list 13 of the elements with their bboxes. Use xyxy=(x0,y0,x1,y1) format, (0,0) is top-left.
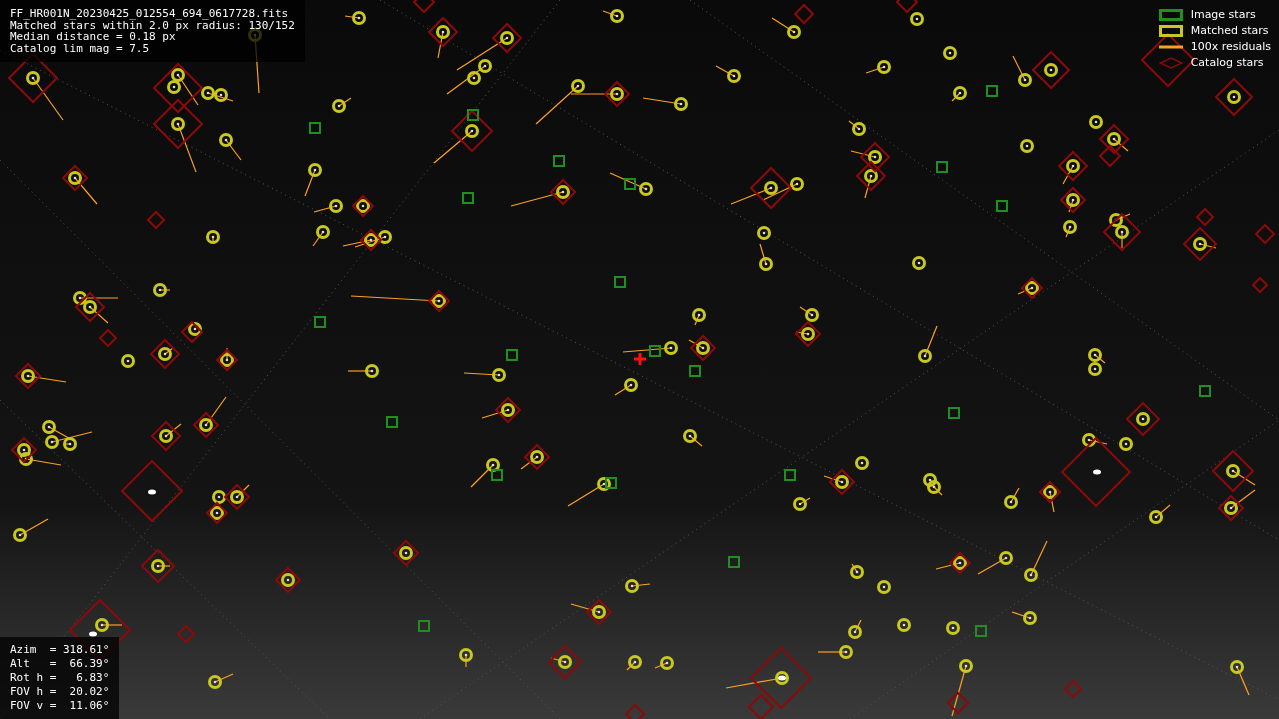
pointing-text: FOV h = 20.02° xyxy=(10,685,110,699)
info-text: Catalog lim mag = 7.5 xyxy=(10,42,151,54)
pointing-text: Rot h = 6.83° xyxy=(10,671,110,685)
pointing-text: Alt = 66.39° xyxy=(10,657,110,671)
info-text: Matched stars within 2.0 px radius: 130/152 xyxy=(10,19,295,31)
pointing-text: Azim = 318.61° xyxy=(10,643,110,657)
legend-label: Image stars xyxy=(1190,7,1256,23)
legend-label: 100x residuals xyxy=(1190,39,1271,55)
legend-label: Matched stars xyxy=(1190,23,1269,39)
info-text: Median distance = 0.18 px xyxy=(10,31,176,43)
legend-label: Catalog stars xyxy=(1190,55,1264,71)
pointing-text: FOV v = 11.06° xyxy=(10,699,110,713)
info-text: FF_HR001N_20230425_012554_694_0617728.fits xyxy=(10,8,290,20)
